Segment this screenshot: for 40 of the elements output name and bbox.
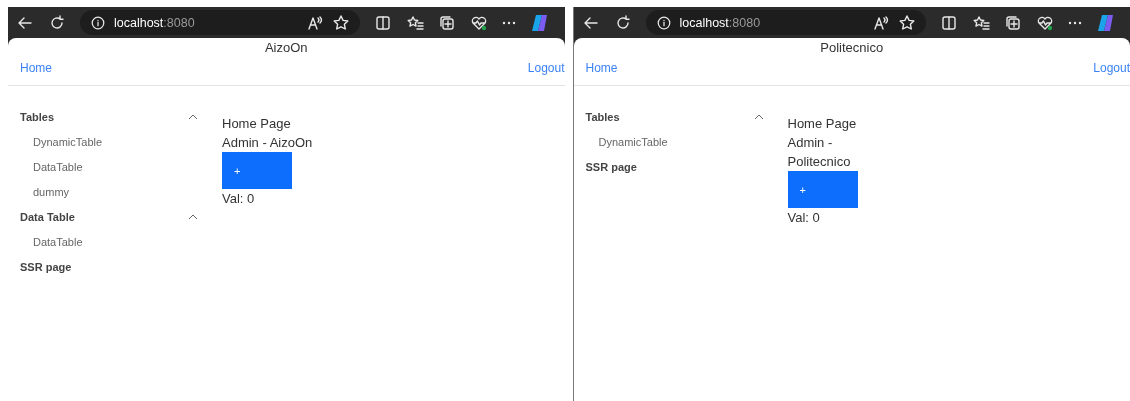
increment-button[interactable]: + <box>222 152 292 189</box>
nav-link[interactable]: SSR page <box>20 260 72 273</box>
copilot-icon[interactable] <box>530 13 550 32</box>
nav-item[interactable]: dummy <box>33 185 70 198</box>
copilot-icon[interactable] <box>1095 13 1116 32</box>
split-screen-icon[interactable] <box>939 13 958 32</box>
caret-icon[interactable] <box>188 213 198 220</box>
increment-button[interactable]: + <box>787 171 858 208</box>
page-title: Politecnico <box>820 40 884 55</box>
user-label: Admin - Politecnico <box>787 134 852 171</box>
home-link[interactable]: Home <box>20 61 52 75</box>
refresh-icon[interactable] <box>48 13 66 32</box>
favorites-icon[interactable] <box>406 13 424 32</box>
nav-group-label[interactable]: Data Table <box>20 210 75 223</box>
caret-icon[interactable] <box>188 113 198 120</box>
split-screen-icon[interactable] <box>374 13 392 32</box>
nav-group-label[interactable]: Tables <box>20 110 55 123</box>
caret-icon[interactable] <box>753 113 764 120</box>
more-icon[interactable] <box>1067 20 1082 25</box>
nav-group-label[interactable]: Tables <box>585 110 620 123</box>
logout-link[interactable]: Logout <box>527 61 565 75</box>
page-heading: Home Page <box>222 115 292 133</box>
logout-link[interactable]: Logout <box>1093 61 1130 75</box>
nav-item[interactable]: DataTable <box>33 235 83 248</box>
value-label: Val: 0 <box>787 209 821 227</box>
user-label: Admin - AizoOn <box>222 134 314 152</box>
nav-item[interactable]: DynamicTable <box>598 135 668 148</box>
more-icon[interactable] <box>502 20 516 25</box>
collections-icon[interactable] <box>1003 13 1022 32</box>
favorites-icon[interactable] <box>971 13 990 32</box>
star-icon[interactable] <box>332 13 350 32</box>
page-title: AizoOn <box>264 40 308 55</box>
home-link[interactable]: Home <box>585 61 618 75</box>
page-heading: Home Page <box>787 115 858 133</box>
nav-item[interactable]: DynamicTable <box>33 135 103 148</box>
value-label: Val: 0 <box>222 190 256 208</box>
nav-item[interactable]: DataTable <box>33 160 83 173</box>
star-icon[interactable] <box>897 13 916 32</box>
collections-icon[interactable] <box>438 13 456 32</box>
nav-link[interactable]: SSR page <box>585 160 637 173</box>
